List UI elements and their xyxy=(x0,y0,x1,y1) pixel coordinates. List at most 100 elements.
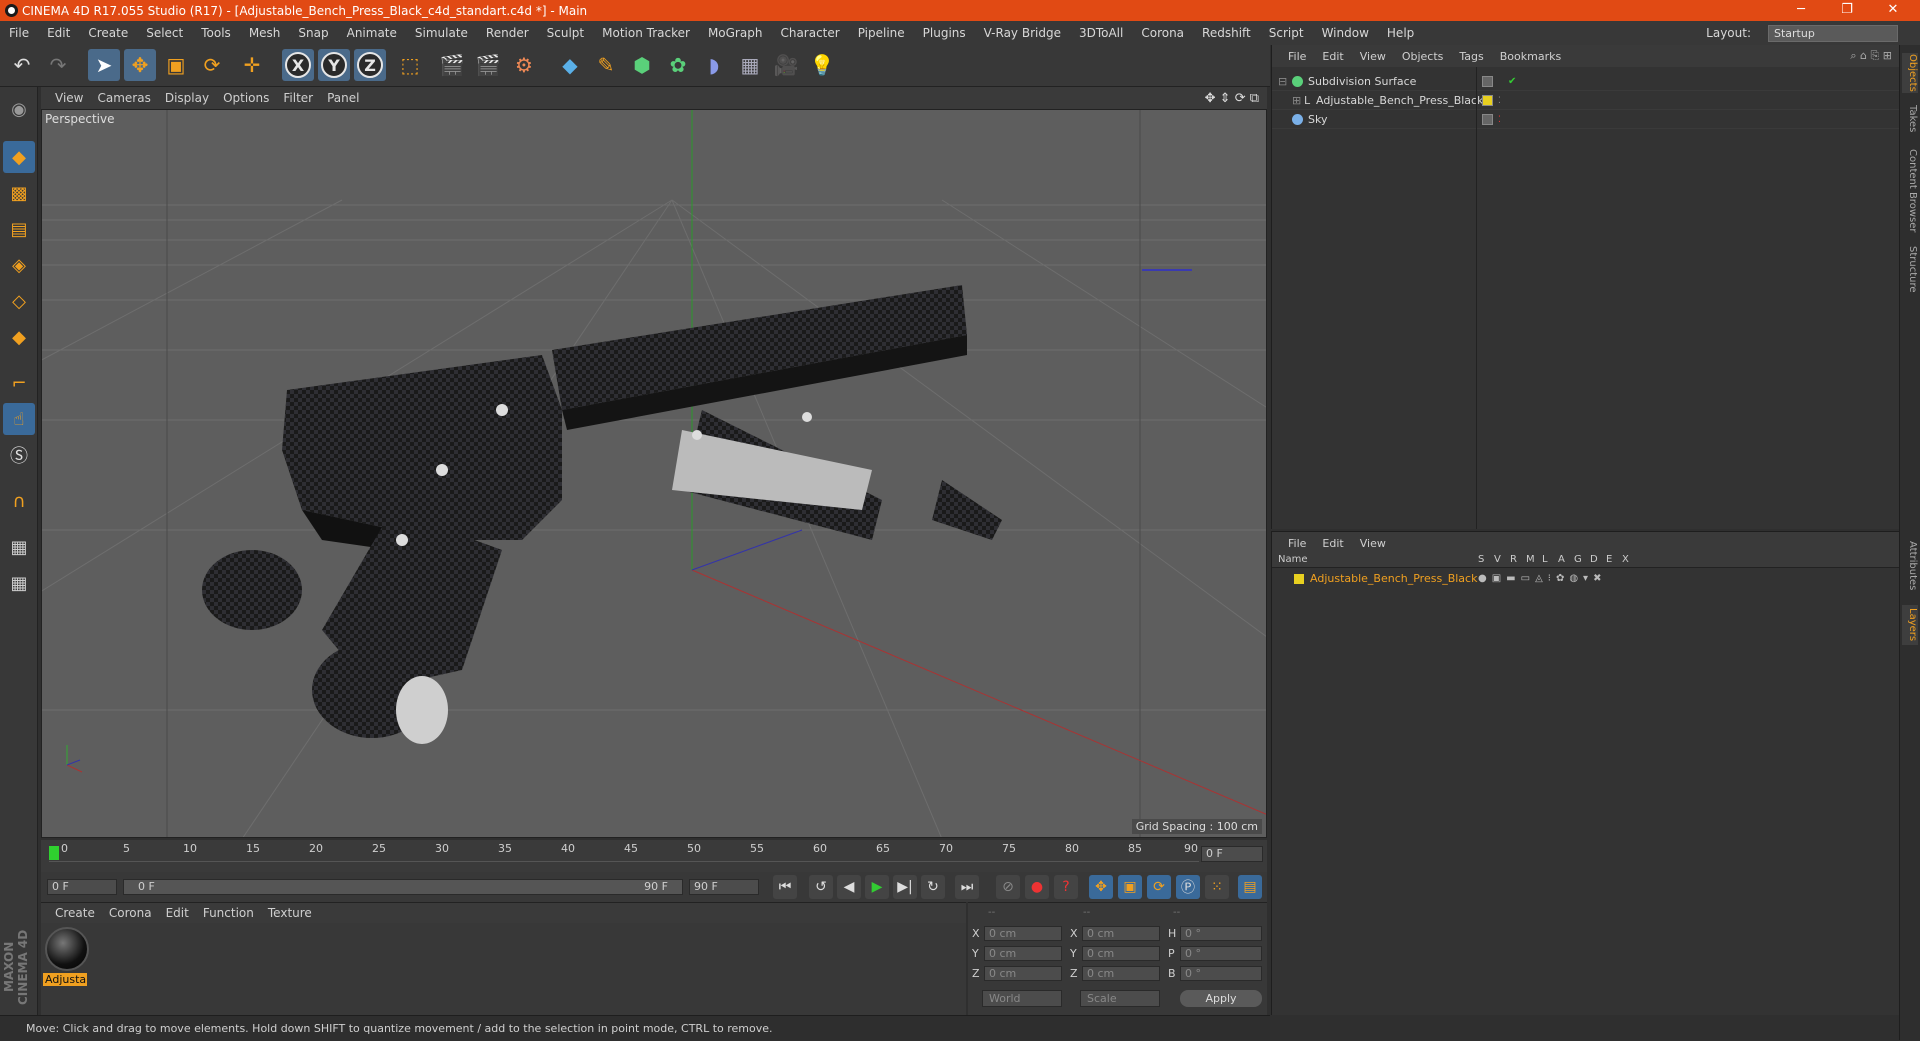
viewport-menu-cameras[interactable]: Cameras xyxy=(97,91,150,105)
layer-color-icon[interactable] xyxy=(1294,574,1304,584)
go-to-start-icon[interactable]: ⏮ xyxy=(773,875,797,899)
menu-render[interactable]: Render xyxy=(477,26,538,40)
x-axis-icon[interactable]: X xyxy=(282,49,314,81)
visibility-dots-icon[interactable]: ⁚ xyxy=(1498,92,1501,110)
object-row-sky[interactable]: Sky ⁚ xyxy=(1272,111,1900,129)
restore-button[interactable]: ❐ xyxy=(1824,0,1870,21)
material-menu-function[interactable]: Function xyxy=(203,906,254,920)
position-y-field[interactable]: 0 cm xyxy=(984,946,1062,961)
visibility-toggle[interactable] xyxy=(1482,114,1493,125)
keyframe-selection-icon[interactable]: ⊘ xyxy=(996,875,1020,899)
menu-animate[interactable]: Animate xyxy=(338,26,406,40)
tweak-mode-icon[interactable]: ☝ xyxy=(3,403,35,435)
object-menu-file[interactable]: File xyxy=(1288,50,1306,63)
object-menu-edit[interactable]: Edit xyxy=(1322,50,1343,63)
previous-frame-icon[interactable]: ◀ xyxy=(837,875,861,899)
texture-mode-icon[interactable]: ▩ xyxy=(3,177,35,209)
render-picture-viewer-icon[interactable]: 🎬 xyxy=(472,49,504,81)
material-menu-edit[interactable]: Edit xyxy=(166,906,189,920)
frame-range-slider[interactable]: 0 F 90 F xyxy=(123,879,683,895)
menu-corona[interactable]: Corona xyxy=(1132,26,1193,40)
key-pla-icon[interactable]: ⁙ xyxy=(1205,875,1229,899)
record-icon[interactable]: ● xyxy=(1025,875,1049,899)
key-position-icon[interactable]: ✥ xyxy=(1089,875,1113,899)
playhead[interactable] xyxy=(49,846,59,860)
current-frame-field[interactable]: 0 F xyxy=(1201,846,1263,862)
key-scale-icon[interactable]: ▣ xyxy=(1118,875,1142,899)
minimize-button[interactable]: ─ xyxy=(1778,0,1824,21)
world-coordinate-icon[interactable]: ⬚ xyxy=(394,49,426,81)
object-menu-view[interactable]: View xyxy=(1360,50,1386,63)
next-frame-icon[interactable]: ▶| xyxy=(893,875,917,899)
menu-mograph[interactable]: MoGraph xyxy=(699,26,772,40)
coord-mode-dropdown[interactable]: World xyxy=(982,990,1062,1007)
material-menu-corona[interactable]: Corona xyxy=(109,906,152,920)
axis-mode-icon[interactable]: ⌐ xyxy=(3,367,35,399)
undo-icon[interactable]: ↶ xyxy=(6,49,38,81)
render-view-icon[interactable]: 🎬 xyxy=(436,49,468,81)
workplane-mode-icon[interactable]: ▤ xyxy=(3,213,35,245)
menu-mesh[interactable]: Mesh xyxy=(240,26,290,40)
object-menu-tags[interactable]: Tags xyxy=(1459,50,1483,63)
menu-redshift[interactable]: Redshift xyxy=(1193,26,1260,40)
object-menu-bookmarks[interactable]: Bookmarks xyxy=(1500,50,1561,63)
viewport-menu-filter[interactable]: Filter xyxy=(283,91,313,105)
render-settings-icon[interactable]: ⚙ xyxy=(508,49,540,81)
viewport-menu-options[interactable]: Options xyxy=(223,91,269,105)
viewport-menu-panel[interactable]: Panel xyxy=(327,91,359,105)
material-menu-create[interactable]: Create xyxy=(55,906,95,920)
snap-icon[interactable]: Ⓢ xyxy=(3,439,35,471)
lock-workplane-icon[interactable]: ▦ xyxy=(3,531,35,563)
camera-icon[interactable]: 🎥 xyxy=(770,49,802,81)
start-frame-field[interactable]: 0 F xyxy=(47,879,117,895)
size-z-field[interactable]: 0 cm xyxy=(1082,966,1160,981)
edges-mode-icon[interactable]: ◇ xyxy=(3,285,35,317)
tab-takes[interactable]: Takes xyxy=(1902,103,1918,135)
perspective-viewport[interactable]: Perspective Grid Spacing : 100 cm xyxy=(41,109,1267,838)
viewport-nav-icon[interactable]: ✥ ⇕ ⟳ ⧉ xyxy=(1205,91,1259,106)
key-rotation-icon[interactable]: ⟳ xyxy=(1147,875,1171,899)
size-x-field[interactable]: 0 cm xyxy=(1082,926,1160,941)
material-menu-texture[interactable]: Texture xyxy=(268,906,312,920)
recent-tool-icon[interactable]: ✛ xyxy=(236,49,268,81)
size-mode-dropdown[interactable]: Scale xyxy=(1080,990,1160,1007)
cube-icon[interactable]: ◆ xyxy=(554,49,586,81)
menu-pipeline[interactable]: Pipeline xyxy=(849,26,914,40)
layer-name[interactable]: Adjustable_Bench_Press_Black xyxy=(1310,570,1477,588)
end-frame-field[interactable]: 90 F xyxy=(689,879,759,895)
menu-sculpt[interactable]: Sculpt xyxy=(538,26,593,40)
tab-content-browser[interactable]: Content Browser xyxy=(1902,145,1918,237)
menu-tools[interactable]: Tools xyxy=(192,26,240,40)
layer-menu-file[interactable]: File xyxy=(1288,537,1306,550)
timeline-ruler[interactable]: 0 5 10 15 20 25 30 35 40 45 50 55 60 65 … xyxy=(49,842,1199,862)
subdivision-icon[interactable]: ⬢ xyxy=(626,49,658,81)
menu-help[interactable]: Help xyxy=(1378,26,1423,40)
scale-icon[interactable]: ▣ xyxy=(160,49,192,81)
tab-attributes[interactable]: Attributes xyxy=(1902,535,1918,597)
move-icon[interactable]: ✥ xyxy=(124,49,156,81)
light-icon[interactable]: 💡 xyxy=(806,49,838,81)
layer-menu-edit[interactable]: Edit xyxy=(1322,537,1343,550)
position-x-field[interactable]: 0 cm xyxy=(984,926,1062,941)
position-z-field[interactable]: 0 cm xyxy=(984,966,1062,981)
floor-icon[interactable]: ▦ xyxy=(734,49,766,81)
size-y-field[interactable]: 0 cm xyxy=(1082,946,1160,961)
menu-script[interactable]: Script xyxy=(1260,26,1313,40)
menu-simulate[interactable]: Simulate xyxy=(406,26,477,40)
menu-window[interactable]: Window xyxy=(1313,26,1378,40)
viewport-menu-display[interactable]: Display xyxy=(165,91,209,105)
deformer-icon[interactable]: ◗ xyxy=(698,49,730,81)
autokey-icon[interactable]: ? xyxy=(1054,875,1078,899)
layer-menu-view[interactable]: View xyxy=(1360,537,1386,550)
cloner-icon[interactable]: ✿ xyxy=(662,49,694,81)
go-to-end-icon[interactable]: ⏭ xyxy=(955,875,979,899)
rotation-h-field[interactable]: 0 ° xyxy=(1180,926,1262,941)
object-menu-objects[interactable]: Objects xyxy=(1402,50,1444,63)
layer-row[interactable]: Adjustable_Bench_Press_Black ●▣▬▭◬⁝✿◍▾✖ xyxy=(1272,570,1900,588)
layer-flags-icon[interactable]: ●▣▬▭◬⁝✿◍▾✖ xyxy=(1478,570,1606,588)
rotate-icon[interactable]: ⟳ xyxy=(196,49,228,81)
model-mode-icon[interactable]: ◆ xyxy=(3,141,35,173)
planar-workplane-icon[interactable]: ▦ xyxy=(3,567,35,599)
object-search-icon[interactable]: ⌕ ⌂ ⎘ ⊞ xyxy=(1850,49,1892,63)
menu-snap[interactable]: Snap xyxy=(289,26,337,40)
